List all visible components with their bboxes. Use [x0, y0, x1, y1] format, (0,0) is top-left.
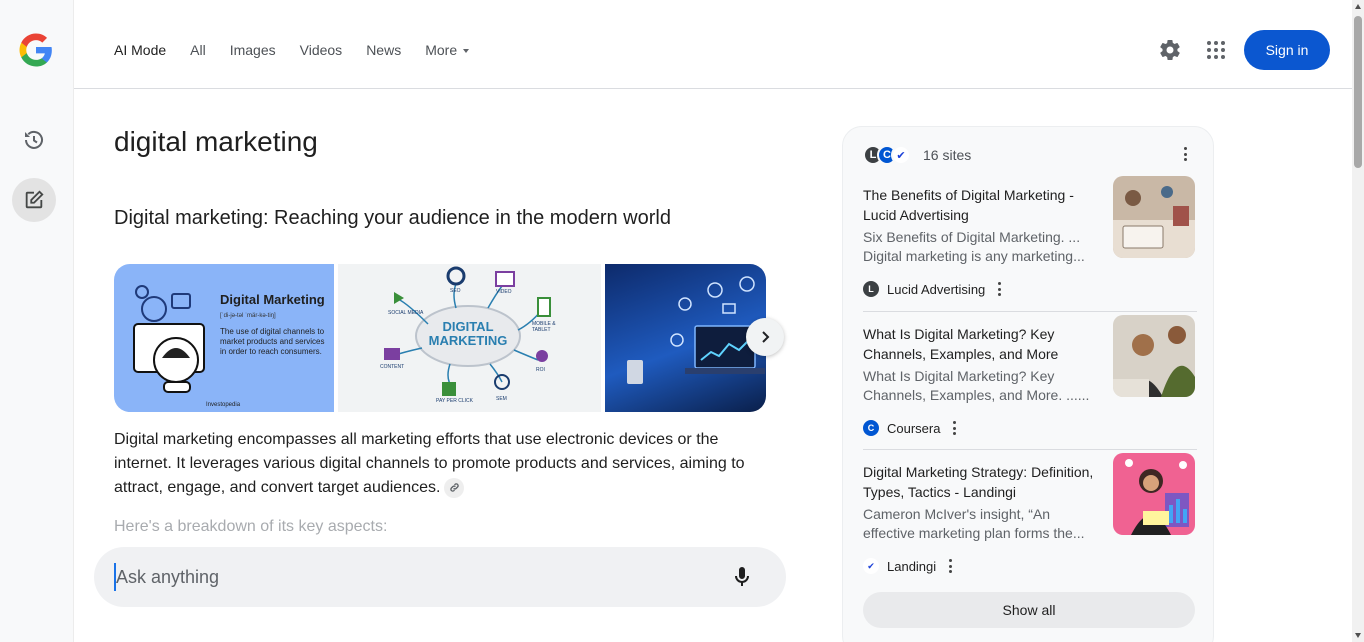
google-logo-icon[interactable]	[18, 32, 54, 68]
source-snippet: What Is Digital Marketing? Key Channels,…	[863, 368, 1090, 403]
lucid-favicon-icon: L	[863, 281, 879, 297]
source-snippet: Six Benefits of Digital Marketing. ... D…	[863, 229, 1085, 264]
diagram-label-ppc: PAY PER CLICK	[436, 398, 473, 404]
search-tabs: AI Mode All Images Videos News More	[114, 40, 493, 60]
gallery-image-diagram[interactable]: DIGITAL MARKETING SOCIAL MEDIA SEO VIDEO…	[338, 264, 601, 412]
caret-down-icon	[463, 49, 470, 54]
gallery-image-laptop[interactable]	[605, 264, 766, 412]
source-site-name: Coursera	[887, 420, 941, 436]
landingi-favicon-icon: ✔	[891, 145, 911, 165]
more-options-icon[interactable]	[997, 282, 1001, 296]
source-thumbnail[interactable]	[1113, 453, 1195, 535]
diagram-label-content: CONTENT	[380, 364, 405, 370]
desk-photo-thumbnail	[1113, 176, 1195, 258]
source-site-name: Landingi	[887, 558, 937, 574]
tab-all[interactable]: All	[190, 40, 206, 60]
more-options-icon[interactable]	[1183, 147, 1187, 161]
source-thumbnail[interactable]	[1113, 176, 1195, 258]
query-heading: digital marketing	[114, 126, 318, 157]
scrollbar-thumb[interactable]	[1354, 16, 1362, 168]
left-rail	[0, 0, 74, 642]
ask-input[interactable]	[114, 563, 694, 591]
settings-gear-icon[interactable]	[1158, 38, 1182, 62]
answer-paragraph: Digital marketing encompasses all market…	[114, 428, 774, 500]
sources-panel: L C ✔ 16 sites The Benefits of Digital M…	[842, 126, 1214, 642]
laptop-tech-illustration	[627, 276, 765, 384]
diagram-label-video: VIDEO	[496, 289, 512, 295]
definition-phonetic: [ˈdi-jə-təl ˈmär-kə-tiŋ]	[220, 313, 276, 319]
link-icon	[450, 483, 459, 493]
office-photo-thumbnail	[1113, 315, 1195, 397]
sites-count: 16 sites	[923, 147, 972, 163]
gallery-next-button[interactable]	[746, 318, 784, 356]
diagram-label-seo: SEO	[450, 288, 461, 294]
tab-more[interactable]: More	[425, 40, 470, 60]
sign-in-button[interactable]: Sign in	[1244, 30, 1330, 70]
scroll-down-arrow-icon[interactable]	[1355, 633, 1361, 638]
source-title[interactable]: Digital Marketing Strategy: Definition, …	[863, 462, 1103, 502]
diagram-label-sem: SEM	[496, 396, 507, 402]
source-thumbnail[interactable]	[1113, 315, 1195, 397]
scroll-up-arrow-icon[interactable]	[1355, 4, 1361, 9]
diagram-label-mobile: MOBILE & TABLET	[532, 321, 556, 333]
chevron-right-icon	[762, 331, 770, 343]
source-title[interactable]: The Benefits of Digital Marketing - Luci…	[863, 185, 1103, 225]
edit-note-icon	[25, 190, 44, 209]
source-favicons: L C ✔	[863, 145, 911, 165]
diagram-center-label: DIGITAL MARKETING	[428, 319, 508, 348]
tab-news[interactable]: News	[366, 40, 401, 60]
microphone-icon[interactable]	[730, 565, 754, 589]
image-gallery: Digital Marketing [ˈdi-jə-təl ˈmär-kə-ti…	[114, 264, 766, 412]
top-header: AI Mode All Images Videos News More Sign…	[74, 0, 1352, 89]
divider	[863, 449, 1197, 450]
tab-images[interactable]: Images	[230, 40, 276, 60]
source-site[interactable]: ✔ Landingi	[863, 558, 952, 574]
answer-title: Digital marketing: Reaching your audienc…	[114, 207, 671, 229]
source-site[interactable]: C Coursera	[863, 420, 956, 436]
source-site-name: Lucid Advertising	[887, 281, 986, 297]
gallery-image-definition[interactable]: Digital Marketing [ˈdi-jə-təl ˈmär-kə-ti…	[114, 264, 334, 412]
source-link-chip[interactable]	[444, 477, 465, 498]
diagram-label-roi: ROI	[536, 367, 545, 373]
coursera-favicon-icon: C	[863, 420, 879, 436]
breakdown-intro: Here's a breakdown of its key aspects:	[114, 518, 388, 535]
source-snippet: Cameron McIver's insight, “An effective …	[863, 506, 1085, 541]
landingi-favicon-icon: ✔	[863, 558, 879, 574]
divider	[863, 311, 1197, 312]
tab-ai-mode[interactable]: AI Mode	[114, 40, 166, 60]
more-options-icon[interactable]	[952, 421, 956, 435]
source-site[interactable]: L Lucid Advertising	[863, 281, 1001, 297]
source-title[interactable]: What Is Digital Marketing? Key Channels,…	[863, 324, 1103, 364]
definition-heading: Digital Marketing	[220, 292, 325, 307]
tab-videos[interactable]: Videos	[300, 40, 343, 60]
more-options-icon[interactable]	[948, 559, 952, 573]
new-chat-button[interactable]	[12, 178, 56, 222]
show-all-button[interactable]: Show all	[863, 592, 1195, 628]
definition-body: The use of digital channels to market pr…	[220, 327, 325, 356]
diagram-label-social: SOCIAL MEDIA	[388, 310, 424, 316]
sources-header: L C ✔ 16 sites	[863, 145, 971, 165]
definition-text: Digital Marketing [ˈdi-jə-təl ˈmär-kə-ti…	[220, 292, 330, 357]
marketer-illustration-thumbnail	[1113, 453, 1195, 535]
definition-brand: Investopedia	[206, 402, 241, 408]
history-icon	[25, 130, 43, 149]
page-scrollbar[interactable]	[1352, 0, 1364, 642]
tab-more-label: More	[425, 42, 458, 58]
ask-bar	[94, 547, 786, 607]
apps-grid-icon[interactable]	[1204, 38, 1228, 62]
answer-paragraph-text: Digital marketing encompasses all market…	[114, 431, 745, 496]
history-button[interactable]	[12, 118, 56, 162]
